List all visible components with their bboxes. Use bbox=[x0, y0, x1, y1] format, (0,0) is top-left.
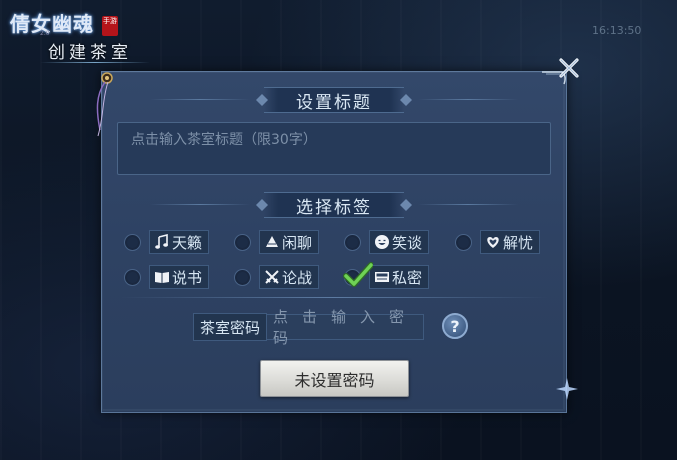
tag-radio[interactable] bbox=[235, 269, 250, 285]
tag-label: 天籁 bbox=[172, 233, 203, 252]
crossed-swords-icon bbox=[265, 270, 279, 284]
tag-option-tianlai[interactable]: 天籁 bbox=[125, 230, 210, 254]
tag-radio[interactable] bbox=[345, 234, 360, 250]
tag-radio[interactable] bbox=[125, 234, 140, 250]
tag-chip[interactable]: 笑谈 bbox=[369, 230, 430, 254]
close-button[interactable] bbox=[553, 52, 585, 84]
private-room-icon bbox=[375, 272, 389, 282]
section-line-right bbox=[418, 99, 518, 100]
laugh-face-icon bbox=[375, 235, 389, 249]
sparkle-icon bbox=[556, 378, 578, 400]
tag-chip[interactable]: 闲聊 bbox=[259, 230, 320, 254]
diamond-ornament-icon bbox=[256, 199, 268, 211]
tag-chip[interactable]: 私密 bbox=[369, 265, 430, 289]
title-section-header: 设置标题 bbox=[256, 87, 412, 113]
diamond-ornament-icon bbox=[400, 199, 412, 211]
password-label: 茶室密码 bbox=[193, 313, 268, 341]
tag-option-xianliao[interactable]: 闲聊 bbox=[235, 230, 320, 254]
diamond-ornament-icon bbox=[256, 94, 268, 106]
tag-option-xiaotan[interactable]: 笑谈 bbox=[345, 230, 430, 254]
corner-knot-ornament bbox=[96, 72, 113, 137]
heart-icon bbox=[487, 237, 499, 248]
tag-label: 私密 bbox=[392, 268, 423, 287]
tag-label: 解忧 bbox=[503, 233, 534, 252]
tag-section-label: 选择标签 bbox=[296, 197, 372, 218]
logo-seal: 手游 bbox=[102, 16, 118, 36]
check-mark-icon bbox=[343, 262, 373, 287]
tag-chip[interactable]: 天籁 bbox=[149, 230, 210, 254]
book-icon bbox=[155, 272, 169, 283]
password-row: 茶室密码 点击输入密码 bbox=[193, 308, 425, 347]
tag-radio[interactable] bbox=[235, 234, 250, 250]
tag-radio[interactable] bbox=[456, 234, 471, 250]
tag-section-header: 选择标签 bbox=[256, 192, 412, 218]
section-line-right bbox=[418, 204, 518, 205]
tag-label: 论战 bbox=[282, 268, 313, 287]
tag-option-jieyou[interactable]: 解忧 bbox=[456, 230, 541, 254]
page-title: 创建茶室 bbox=[48, 43, 132, 63]
tag-label: 说书 bbox=[172, 268, 203, 287]
section-line-left bbox=[150, 204, 250, 205]
teapot-icon bbox=[266, 236, 278, 247]
diamond-ornament-icon bbox=[400, 94, 412, 106]
set-password-button[interactable]: 未设置密码 bbox=[260, 360, 409, 397]
tag-chip[interactable]: 说书 bbox=[149, 265, 210, 289]
help-icon: ? bbox=[450, 316, 460, 336]
help-button[interactable]: ? bbox=[442, 313, 468, 339]
logo-version: 2.0 bbox=[40, 30, 50, 37]
music-note-icon bbox=[155, 234, 168, 249]
tearoom-title-input[interactable]: 点击输入茶室标题（限30字） bbox=[117, 122, 551, 175]
tag-label: 闲聊 bbox=[282, 233, 313, 252]
tag-option-lunzhan[interactable]: 论战 bbox=[235, 265, 320, 289]
close-icon bbox=[559, 58, 579, 78]
title-section-label: 设置标题 bbox=[296, 92, 372, 113]
section-line-left bbox=[150, 99, 250, 100]
section-divider bbox=[120, 297, 548, 298]
logo-text: 倩女幽魂 bbox=[10, 12, 94, 36]
tag-option-shuoshu[interactable]: 说书 bbox=[125, 265, 210, 289]
tag-chip[interactable]: 解忧 bbox=[480, 230, 541, 254]
tag-chip[interactable]: 论战 bbox=[259, 265, 320, 289]
tag-radio[interactable] bbox=[125, 269, 140, 285]
title-underline bbox=[40, 62, 150, 63]
hud-clock: 16:13:50 bbox=[592, 24, 642, 37]
tag-label: 笑谈 bbox=[392, 233, 423, 252]
game-logo: 倩女幽魂 2.0 手游 bbox=[10, 6, 118, 40]
password-input[interactable]: 点击输入密码 bbox=[267, 308, 425, 347]
